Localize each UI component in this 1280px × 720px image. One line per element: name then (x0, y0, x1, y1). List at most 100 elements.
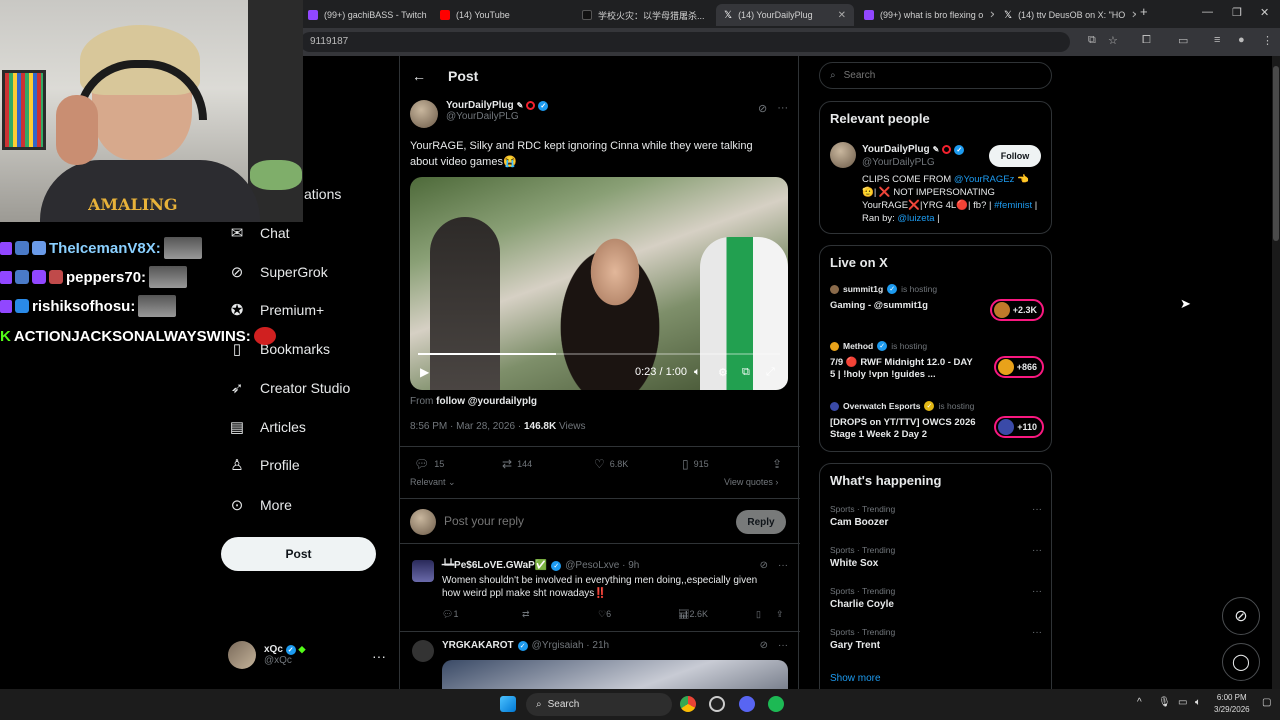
more-icon[interactable]: ··· (778, 640, 788, 651)
bio-link[interactable]: @luizeta (897, 213, 934, 224)
play-icon[interactable]: ▶ (420, 365, 429, 379)
windows-start-icon[interactable] (500, 696, 516, 712)
live-badge[interactable]: +110 (994, 416, 1044, 438)
taskbar-search[interactable]: ⌕ Search (526, 693, 672, 716)
like-action[interactable]: ♡ 6.8K (594, 457, 628, 471)
reply-item[interactable]: ┶┷Pe$6LoVE.GWaP✅ ✓ @PesoLxve · 9h ⊘ ··· Wom… (400, 554, 800, 632)
search-input[interactable] (843, 70, 1024, 81)
share-action[interactable]: ⇪ (772, 457, 782, 471)
avatar[interactable] (410, 100, 438, 128)
tray-chevron-icon[interactable]: ^ (1137, 697, 1142, 708)
video-player[interactable]: ▶ 0:23 / 1:00 🔈︎ ⚙ ⧉ ⤢ (410, 177, 788, 390)
bookmark-icon[interactable]: ▯ (756, 609, 761, 620)
reply-media[interactable] (442, 660, 788, 689)
reply-author-name[interactable]: ┶┷Pe$6LoVE.GWaP✅ (442, 560, 547, 571)
from-link[interactable]: follow @yourdailyplg (436, 396, 537, 407)
live-badge[interactable]: +866 (993, 356, 1044, 378)
picture-in-picture-icon[interactable]: ⧉ (742, 366, 750, 379)
reply-item[interactable]: YRGKAKAROT ✓ @Yrgisaiah · 21h ⊘ ··· (400, 634, 800, 689)
close-tab-icon[interactable]: ✕ (838, 10, 846, 21)
close-tab-icon[interactable]: ✕ (989, 10, 994, 21)
reply-button[interactable]: Reply (736, 510, 786, 534)
live-item[interactable]: Overwatch Esports ✓ is hosting [DROPS on Y… (830, 401, 1044, 441)
scrollbar-thumb[interactable] (1273, 66, 1279, 241)
url-field[interactable]: 9119187 (300, 32, 1070, 52)
taskbar-clock[interactable]: 6:00 PM 3/29/2026 (1214, 692, 1250, 716)
close-window-icon[interactable]: ✕ (1260, 6, 1269, 19)
trend-item[interactable]: Sports · Trending Cam Boozer ··· (830, 504, 1042, 528)
search-box[interactable]: ⌕ (819, 62, 1052, 89)
more-icon[interactable]: ··· (1032, 627, 1042, 638)
settings-gear-icon[interactable]: ⚙ (718, 366, 728, 379)
share-icon[interactable]: ⇪ (776, 609, 784, 620)
nav-premium[interactable]: ✪ Premium+ (228, 301, 324, 319)
more-icon[interactable]: ··· (1032, 545, 1042, 556)
reply-action[interactable]: 💬︎ 15 (414, 457, 444, 471)
reply-author-name[interactable]: YRGKAKAROT (442, 640, 514, 651)
bio-hashtag[interactable]: #feminist (994, 200, 1032, 211)
media-controls-icon[interactable]: ≡ (1214, 34, 1220, 46)
follow-button[interactable]: Follow (989, 145, 1041, 167)
close-tab-icon[interactable]: ✕ (1131, 10, 1136, 21)
avatar[interactable] (412, 640, 434, 662)
messages-fab[interactable]: ◯ (1222, 643, 1260, 681)
browser-tab-1[interactable]: (99+) gachiBASS - Twitch (300, 4, 430, 26)
more-icon[interactable]: ··· (778, 560, 788, 571)
bio-link[interactable]: @YourRAGEz (954, 174, 1015, 185)
trend-item[interactable]: Sports · Trending Gary Trent ··· (830, 627, 1042, 651)
browser-tab-3[interactable]: 学校火灾：以学母猎屠杀... (574, 4, 714, 26)
live-item[interactable]: Method ✓ is hosting 7/9 🔴 RWF Midnight 12.… (830, 341, 1044, 381)
author-handle[interactable]: @YourDailyPLG (446, 111, 548, 122)
install-app-icon[interactable]: ⧉ (1088, 34, 1096, 47)
nav-profile[interactable]: ♙ Profile (228, 456, 299, 474)
grok-icon[interactable]: ⊘ (760, 560, 768, 571)
discord-icon[interactable] (739, 696, 755, 712)
nav-more[interactable]: ⊙ More (228, 496, 292, 514)
volume-icon[interactable]: 🔈︎ (694, 366, 701, 379)
maximize-icon[interactable]: ❐ (1232, 6, 1242, 19)
reply-comment-action[interactable]: 💬︎ 1 (442, 609, 458, 620)
repost-action[interactable]: ⇄ 144 (502, 457, 532, 471)
nav-chat[interactable]: ✉ Chat (228, 224, 290, 242)
post-timestamp[interactable]: 8:56 PM · Mar 28, 2026 · (410, 421, 524, 432)
obs-icon[interactable] (709, 696, 725, 712)
account-more-icon[interactable]: ··· (372, 648, 386, 664)
grok-icon[interactable]: ⊘ (760, 640, 768, 651)
network-icon[interactable]: ▭ (1178, 697, 1187, 708)
avatar[interactable] (830, 142, 856, 168)
account-switcher[interactable]: xQc ✓ ◆ @xQc (228, 641, 305, 669)
nav-articles[interactable]: ▤ Articles (228, 418, 306, 436)
volume-icon[interactable]: 🔈︎ (1195, 697, 1201, 708)
minimize-icon[interactable]: — (1202, 6, 1213, 18)
post-author[interactable]: YourDailyPlug ✎ ✓ @YourDailyPLG (410, 100, 549, 128)
reply-author-handle[interactable]: @PesoLxve · 9h (565, 560, 639, 571)
author-name[interactable]: YourDailyPlug (446, 100, 514, 111)
person-handle[interactable]: @YourDailyPLG (862, 157, 935, 168)
browser-tab-2[interactable]: (14) YouTube (432, 4, 572, 26)
spotify-icon[interactable] (768, 696, 784, 712)
microphone-icon[interactable]: 🎙︎ (1158, 697, 1171, 708)
more-icon[interactable]: ··· (777, 102, 788, 115)
profile-avatar-icon[interactable]: ● (1238, 34, 1245, 46)
nav-creator-studio[interactable]: ➶ Creator Studio (228, 379, 351, 397)
reply-like-action[interactable]: ♡ 6 (598, 609, 611, 620)
reply-input[interactable] (444, 514, 694, 528)
notification-icon[interactable]: ▢ (1262, 697, 1271, 708)
bookmark-star-icon[interactable]: ☆ (1108, 34, 1118, 47)
post-button[interactable]: Post (221, 537, 376, 571)
more-icon[interactable]: ··· (1032, 586, 1042, 597)
reply-repost-action[interactable]: ⇄ (522, 609, 530, 620)
show-more-link[interactable]: Show more (830, 673, 881, 684)
sort-dropdown[interactable]: Relevant ⌄ (410, 477, 456, 488)
avatar[interactable] (412, 560, 434, 582)
bookmark-action[interactable]: ▯ 915 (682, 457, 709, 471)
new-tab-icon[interactable]: + (1140, 4, 1148, 19)
more-icon[interactable]: ··· (1032, 504, 1042, 515)
fullscreen-icon[interactable]: ⤢ (766, 366, 775, 379)
page-scrollbar[interactable] (1272, 56, 1280, 689)
person-name[interactable]: YourDailyPlug ✎ ✓ (862, 144, 965, 155)
browser-tab-active[interactable]: 𝕏 (14) YourDailyPlug ✕ (716, 4, 854, 26)
live-item[interactable]: summit1g ✓ is hosting Gaming - @summit1g +… (830, 284, 1044, 321)
browser-menu-icon[interactable]: ⋮ (1262, 34, 1273, 47)
cast-icon[interactable]: ▭ (1178, 34, 1188, 47)
